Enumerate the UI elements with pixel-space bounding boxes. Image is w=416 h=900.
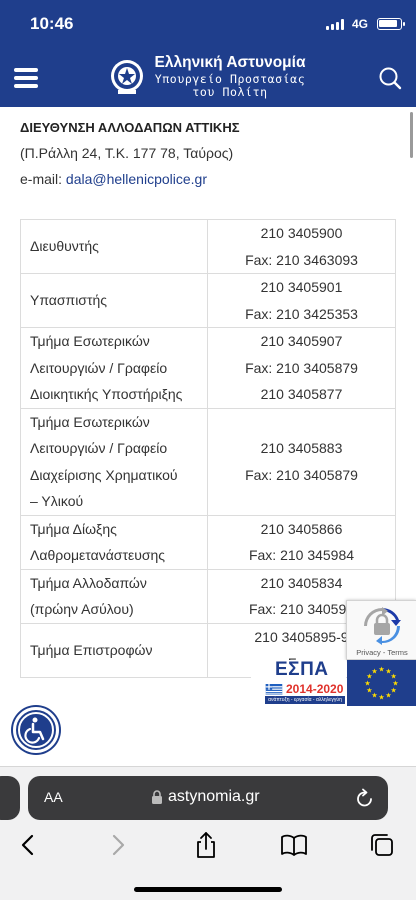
home-indicator[interactable]	[134, 887, 282, 892]
eu-star: ★	[378, 694, 384, 702]
contact-name-line: (πρώην Ασύλου)	[30, 601, 134, 617]
contact-phone-line[interactable]: Fax: 210 3405879	[212, 355, 391, 382]
contact-name-line: Λειτουργιών / Γραφείο	[30, 440, 168, 456]
text-size-button[interactable]: AA	[44, 789, 63, 805]
contact-name-line: Διοικητικής Υποστήριξης	[30, 386, 183, 402]
contact-name-cell: Τμήμα Εσωτερικών Λειτουργιών / Γραφείο Δια…	[20, 407, 208, 516]
espa-word: ΕΣΠΑ	[275, 659, 329, 680]
signal-icon	[326, 19, 344, 30]
site-subtitle: Υπουργείο Προστασίας του Πολίτη	[150, 73, 310, 99]
contact-name-line: Τμήμα Εσωτερικών	[30, 413, 150, 430]
police-emblem-icon[interactable]	[110, 57, 144, 95]
contact-name-line: Διαχείρισης Χρηματικού	[30, 466, 178, 483]
hamburger-icon[interactable]	[14, 68, 38, 88]
contact-phones-cell: 210 3405883 Fax: 210 3405879	[207, 407, 396, 516]
reload-icon[interactable]	[356, 788, 374, 808]
contacts-table-body: Διευθυντής 210 3405900 Fax: 210 3463093 Υπα…	[20, 219, 396, 678]
share-icon[interactable]	[192, 831, 220, 859]
contact-name-line: Υπασπιστής	[30, 292, 108, 309]
contact-name-cell: Υπασπιστής	[20, 273, 208, 328]
address-bar[interactable]: AA astynomia.gr	[28, 776, 388, 820]
espa-slogan: ανάπτυξη - εργασία - αλληλεγγύη	[265, 696, 345, 704]
contact-name-line: Τμήμα Δίωξης	[30, 520, 117, 537]
url-text[interactable]: astynomia.gr	[168, 788, 260, 806]
contact-phones-cell: 210 3405866 Fax: 210 345984	[207, 514, 396, 570]
contact-phone-line[interactable]: Fax: 210 3463093	[212, 247, 391, 274]
eu-star: ★	[371, 667, 377, 675]
contact-phone-line[interactable]: 210 3405883	[212, 435, 391, 462]
status-time: 10:46	[30, 14, 74, 33]
recaptcha-badge[interactable]: Privacy - Terms	[346, 600, 416, 660]
previous-tab[interactable]	[0, 776, 20, 820]
contact-phone-line[interactable]: Fax: 210 3405879	[212, 462, 391, 489]
contact-phone-line[interactable]: 210 3405866	[212, 516, 391, 543]
eu-star: ★	[385, 692, 391, 700]
eu-star: ★	[364, 680, 370, 688]
contact-name-cell: Τμήμα Δίωξης Λαθρομετανάστευσης	[20, 514, 208, 570]
contact-name-line: – Υλικού	[30, 493, 84, 509]
site-subtitle-line2: του Πολίτη	[192, 85, 268, 99]
contact-name-line: Τμήμα Επιστροφών	[30, 641, 153, 658]
table-row: Τμήμα Αλλοδαπών (πρώην Ασύλου) 210 3405834…	[20, 568, 396, 624]
eu-star: ★	[392, 680, 398, 688]
contact-phone-line[interactable]: Fax: 210 345984	[212, 542, 391, 569]
email-label: e-mail:	[20, 171, 66, 187]
table-row: Υπασπιστής 210 3405901 Fax: 210 3425353	[20, 273, 396, 328]
contact-phone-line[interactable]: 210 3405877	[212, 381, 391, 408]
department-address: (Π.Ράλλη 24, Τ.Κ. 177 78, Ταύρος)	[20, 145, 234, 161]
eu-flag-icon: ★★★★★★★★★ ★ ★★	[347, 660, 416, 706]
eu-star: ★	[390, 673, 396, 681]
contact-name-cell: Διευθυντής	[20, 219, 208, 274]
chevron-left-icon[interactable]	[14, 831, 42, 859]
department-title: ΔΙΕΥΘΥΝΣΗ ΑΛΛΟΔΑΠΩΝ ΑΤΤΙΚΗΣ	[20, 120, 240, 135]
contact-phones-cell: 210 3405907 Fax: 210 3405879 210 3405877	[207, 327, 396, 409]
contact-phone-line[interactable]: 210 3405834	[212, 570, 391, 597]
contact-phones-cell: 210 3405901 Fax: 210 3425353	[207, 273, 396, 328]
contact-name-line: Τμήμα Αλλοδαπών	[30, 574, 147, 591]
espa-banner[interactable]: ΕΣΠΑ 2014-2020 ανάπτυξη - εργασία - αλλη…	[251, 659, 416, 706]
espa-logo: ΕΣΠΑ 2014-2020 ανάπτυξη - εργασία - αλλη…	[251, 659, 346, 706]
contact-name-cell: Τμήμα Εσωτερικών Λειτουργιών / Γραφείο Διο…	[20, 327, 208, 409]
contact-phone-line[interactable]: 210 3405907	[212, 328, 391, 355]
email-link[interactable]: dala@hellenicpolice.gr	[66, 171, 207, 187]
table-row: Τμήμα Εσωτερικών Λειτουργιών / Γραφείο Διο…	[20, 327, 396, 409]
greek-flag-icon	[265, 684, 283, 695]
recaptcha-terms[interactable]: Privacy - Terms	[347, 648, 416, 657]
table-row: Τμήμα Δίωξης Λαθρομετανάστευσης 210 340586…	[20, 514, 396, 570]
status-bar: 10:46 4G	[0, 0, 416, 46]
battery-icon	[377, 18, 405, 30]
contacts-table: Διευθυντής 210 3405900 Fax: 210 3463093 Υπα…	[20, 219, 396, 678]
search-icon[interactable]	[378, 66, 402, 90]
eu-star: ★	[366, 687, 372, 695]
recaptcha-icon	[364, 607, 401, 645]
contact-name-cell: Τμήμα Επιστροφών	[20, 622, 208, 678]
contact-name-line: Διευθυντής	[30, 238, 99, 255]
department-email: e-mail: dala@hellenicpolice.gr	[20, 171, 207, 187]
lock-icon	[152, 790, 162, 804]
contact-name-line: Λαθρομετανάστευσης	[30, 547, 166, 563]
contact-phone-line[interactable]: Fax: 210 3425353	[212, 301, 391, 328]
contact-name-cell: Τμήμα Αλλοδαπών (πρώην Ασύλου)	[20, 568, 208, 624]
site-title[interactable]: Ελληνική Αστυνομία	[150, 54, 310, 72]
espa-years: 2014-2020	[286, 682, 344, 696]
chevron-right-icon[interactable]	[104, 831, 132, 859]
wheelchair-icon	[18, 712, 54, 748]
eu-star: ★	[378, 666, 384, 674]
network-type: 4G	[351, 17, 368, 31]
tabs-icon[interactable]	[368, 831, 396, 859]
contact-phone-line[interactable]: 210 3405900	[212, 220, 391, 247]
site-header: 10:46 4G Ελληνική Αστυνομία Υπουργείο Πρ…	[0, 0, 416, 107]
contact-phones-cell: 210 3405900 Fax: 210 3463093	[207, 219, 396, 274]
page-scrollbar[interactable]	[410, 112, 413, 158]
table-row: Διευθυντής 210 3405900 Fax: 210 3463093	[20, 219, 396, 274]
book-icon[interactable]	[280, 831, 308, 859]
browser-toolbar: AA astynomia.gr	[0, 766, 416, 900]
accessibility-button[interactable]	[13, 707, 59, 753]
contact-phone-line[interactable]: 210 3405901	[212, 274, 391, 301]
table-row: Τμήμα Εσωτερικών Λειτουργιών / Γραφείο Δια…	[20, 407, 396, 516]
contact-name-line: Τμήμα Εσωτερικών	[30, 333, 150, 349]
contact-name-line: Λειτουργιών / Γραφείο	[30, 359, 168, 376]
